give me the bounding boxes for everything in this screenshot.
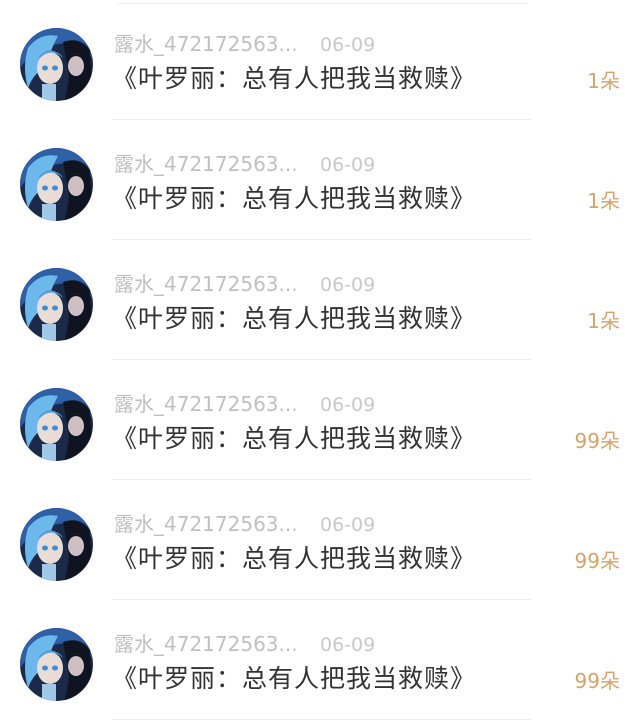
- username[interactable]: 露水_472172563...: [114, 152, 298, 176]
- avatar-image: [20, 268, 93, 341]
- avatar[interactable]: [20, 388, 93, 461]
- row-divider: [112, 719, 532, 720]
- username[interactable]: 露水_472172563...: [114, 512, 298, 536]
- gift-record-list: 露水_472172563... 06-09 《叶罗丽：总有人把我当救赎》 1朵: [0, 0, 640, 720]
- book-title[interactable]: 《叶罗丽：总有人把我当救赎》: [112, 302, 476, 336]
- avatar-image: [20, 628, 93, 701]
- flower-count: 1朵: [587, 309, 620, 333]
- item-meta: 露水_472172563... 06-09: [114, 392, 375, 416]
- username[interactable]: 露水_472172563...: [114, 32, 298, 56]
- date-label: 06-09: [320, 154, 376, 176]
- item-meta: 露水_472172563... 06-09: [114, 512, 375, 536]
- book-title[interactable]: 《叶罗丽：总有人把我当救赎》: [112, 662, 476, 696]
- avatar-image: [20, 508, 93, 581]
- list-item[interactable]: 露水_472172563... 06-09 《叶罗丽：总有人把我当救赎》 1朵: [0, 0, 640, 120]
- avatar[interactable]: [20, 148, 93, 221]
- date-label: 06-09: [320, 634, 376, 656]
- date-label: 06-09: [320, 274, 376, 296]
- flower-count: 99朵: [574, 669, 620, 693]
- list-item[interactable]: 露水_472172563... 06-09 《叶罗丽：总有人把我当救赎》 1朵: [0, 240, 640, 360]
- item-meta: 露水_472172563... 06-09: [114, 32, 375, 56]
- date-label: 06-09: [320, 394, 376, 416]
- book-title[interactable]: 《叶罗丽：总有人把我当救赎》: [112, 542, 476, 576]
- flower-count: 99朵: [574, 429, 620, 453]
- date-label: 06-09: [320, 514, 376, 536]
- list-item[interactable]: 露水_472172563... 06-09 《叶罗丽：总有人把我当救赎》 1朵: [0, 120, 640, 240]
- flower-count: 1朵: [587, 189, 620, 213]
- avatar[interactable]: [20, 628, 93, 701]
- avatar-image: [20, 388, 93, 461]
- avatar-image: [20, 148, 93, 221]
- book-title[interactable]: 《叶罗丽：总有人把我当救赎》: [112, 182, 476, 216]
- username[interactable]: 露水_472172563...: [114, 392, 298, 416]
- avatar[interactable]: [20, 268, 93, 341]
- avatar-image: [20, 28, 93, 101]
- book-title[interactable]: 《叶罗丽：总有人把我当救赎》: [112, 422, 476, 456]
- avatar[interactable]: [20, 508, 93, 581]
- list-item[interactable]: 露水_472172563... 06-09 《叶罗丽：总有人把我当救赎》 99朵: [0, 600, 640, 720]
- username[interactable]: 露水_472172563...: [114, 272, 298, 296]
- list-item[interactable]: 露水_472172563... 06-09 《叶罗丽：总有人把我当救赎》 99朵: [0, 360, 640, 480]
- flower-count: 99朵: [574, 549, 620, 573]
- flower-count: 1朵: [587, 69, 620, 93]
- avatar[interactable]: [20, 28, 93, 101]
- book-title[interactable]: 《叶罗丽：总有人把我当救赎》: [112, 62, 476, 96]
- item-meta: 露水_472172563... 06-09: [114, 272, 375, 296]
- item-meta: 露水_472172563... 06-09: [114, 632, 375, 656]
- username[interactable]: 露水_472172563...: [114, 632, 298, 656]
- item-meta: 露水_472172563... 06-09: [114, 152, 375, 176]
- list-item[interactable]: 露水_472172563... 06-09 《叶罗丽：总有人把我当救赎》 99朵: [0, 480, 640, 600]
- date-label: 06-09: [320, 34, 376, 56]
